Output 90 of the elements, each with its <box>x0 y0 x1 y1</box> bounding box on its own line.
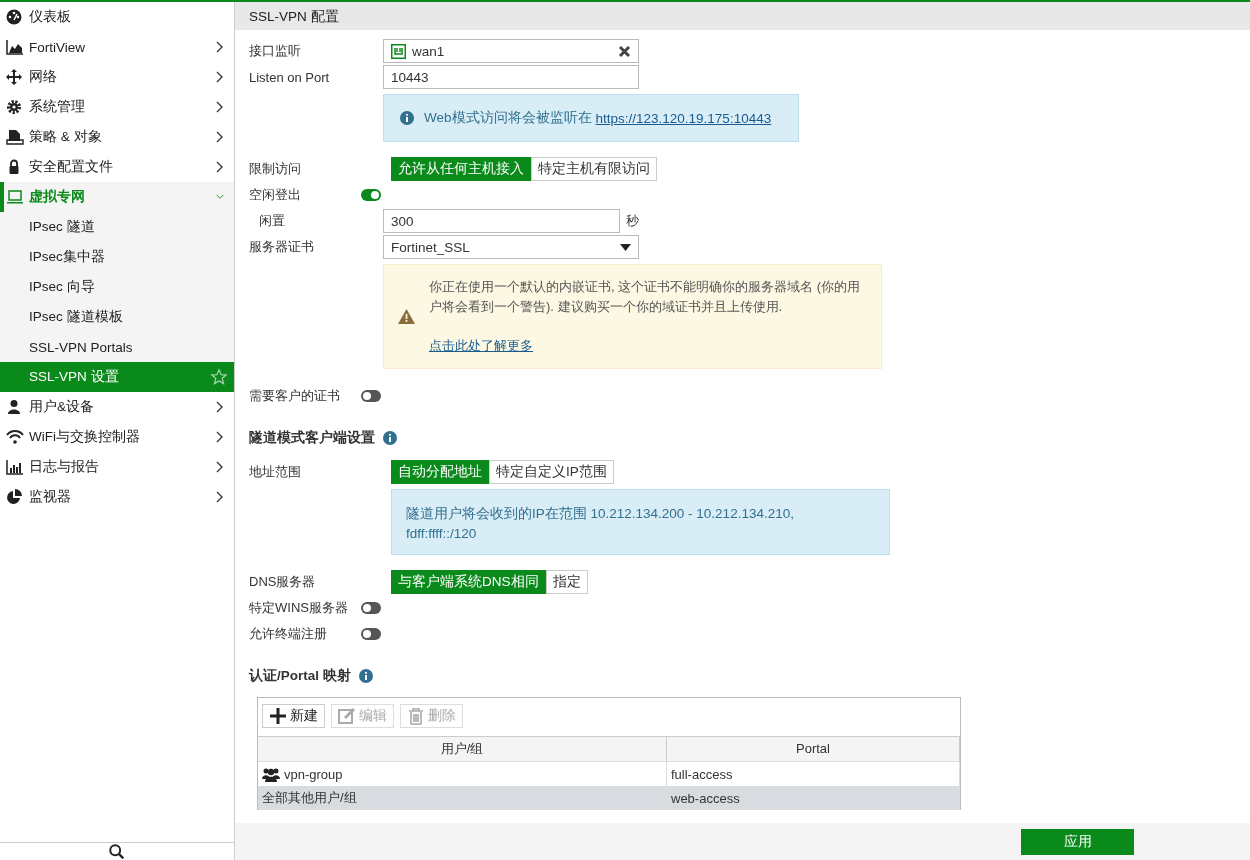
toggle-switch[interactable] <box>361 628 381 640</box>
sidebar-subitem[interactable]: IPsec 向导 <box>0 272 234 302</box>
chevron-right-icon <box>216 491 224 503</box>
sidebar-item[interactable]: 网络 <box>0 62 234 92</box>
sidebar-item[interactable]: 系统管理 <box>0 92 234 122</box>
caret-icon <box>620 243 631 251</box>
sidebar-subitem[interactable]: SSL-VPN 设置 <box>0 362 234 392</box>
interface-field[interactable]: wan1 <box>383 39 639 63</box>
field-label: 接口监听 <box>249 42 302 60</box>
cell-text: 全部其他用户/组 <box>262 789 357 807</box>
cell-text: web-access <box>671 790 740 806</box>
segment-button[interactable]: 指定 <box>545 570 588 594</box>
field-label: DNS服务器 <box>249 573 317 591</box>
apply-button[interactable]: 应用 <box>1021 828 1134 855</box>
sidebar-subitem[interactable]: IPsec 隧道模板 <box>0 302 234 332</box>
section-heading: 认证/Portal 映射 <box>249 667 351 685</box>
sidebar-subitem[interactable]: SSL-VPN Portals <box>0 332 234 362</box>
cell-text: full-access <box>671 766 733 782</box>
toggle-switch[interactable] <box>361 390 381 402</box>
pie-chart-icon <box>6 489 24 505</box>
dashboard-gauge-icon <box>6 9 24 25</box>
document-stack-icon <box>6 129 24 145</box>
chevron-right-icon <box>216 101 224 113</box>
link[interactable]: https://123.120.19.175:10443 <box>595 110 772 126</box>
sidebar-item[interactable]: 安全配置文件 <box>0 152 234 182</box>
segment-button[interactable]: 特定主机有限访问 <box>531 157 657 181</box>
pencil-square-icon <box>338 707 356 725</box>
toggle-switch[interactable] <box>361 189 381 201</box>
text-field[interactable]: 10443 <box>383 65 639 89</box>
warning-text: 你正在使用一个默认的内嵌证书, 这个证书不能明确你的服务器域名 (你的用户将会看到一个警告). 建议购买一个你的域证书并且上传使用. <box>429 278 862 316</box>
sidebar-item[interactable]: 虚拟专网 <box>0 182 234 212</box>
link[interactable]: 点击此处了解更多 <box>429 336 533 356</box>
toolbar-button[interactable]: 新建 <box>262 704 325 728</box>
warning-icon <box>398 309 415 324</box>
chevron-right-icon <box>216 71 224 83</box>
search-icon <box>108 842 126 860</box>
cell-text: vpn-group <box>284 766 343 782</box>
trash-icon <box>407 707 425 725</box>
info-text: Web模式访问将会被监听在 <box>424 109 592 127</box>
field-label: 地址范围 <box>249 463 302 481</box>
wifi-icon <box>6 429 24 445</box>
info-icon <box>400 111 414 125</box>
chevron-right-icon <box>216 461 224 473</box>
area-chart-icon <box>6 39 24 55</box>
user-group-icon <box>262 766 280 782</box>
section-heading: 隧道模式客户端设置 <box>249 429 375 447</box>
dropdown[interactable]: Fortinet_SSL <box>383 235 639 259</box>
sidebar-item[interactable]: 策略 & 对象 <box>0 122 234 152</box>
star-icon <box>210 368 228 386</box>
segment-button[interactable]: 自动分配地址 <box>391 460 489 484</box>
chevron-right-icon <box>216 131 224 143</box>
field-label: 空闲登出 <box>249 186 302 204</box>
bar-chart-icon <box>6 459 24 475</box>
chevron-right-icon <box>216 161 224 173</box>
chevron-right-icon <box>216 41 224 53</box>
column-header: Portal <box>667 737 960 762</box>
sidebar-subitem[interactable]: IPsec 隧道 <box>0 212 234 242</box>
field-label: 闲置 <box>258 212 286 230</box>
close-icon <box>618 44 631 58</box>
field-label: 允许终端注册 <box>249 625 328 643</box>
laptop-icon <box>6 189 24 205</box>
segment-button[interactable]: 特定自定义IP范围 <box>489 460 614 484</box>
sidebar-item[interactable]: WiFi与交换控制器 <box>0 422 234 452</box>
text-field[interactable]: 300 <box>383 209 620 233</box>
field-label: Listen on Port <box>249 69 331 85</box>
field-label: 限制访问 <box>249 160 302 178</box>
gear-icon <box>6 99 24 115</box>
move-arrows-icon <box>6 69 24 85</box>
sidebar-item[interactable]: 用户&设备 <box>0 392 234 422</box>
network-port-icon <box>391 43 406 59</box>
column-header: 用户/组 <box>258 737 667 762</box>
segment-button[interactable]: 与客户端系统DNS相同 <box>391 570 546 594</box>
field-label: 特定WINS服务器 <box>249 599 349 617</box>
sidebar-item[interactable]: FortiView <box>0 32 234 62</box>
info-message: 隧道用户将会收到的IP在范围 10.212.134.200 - 10.212.134.210, fdff:ffff::/120 <box>391 489 890 555</box>
toggle-switch[interactable] <box>361 602 381 614</box>
segment-button[interactable]: 允许从任何主机接入 <box>391 157 531 181</box>
field-label: 服务器证书 <box>249 238 315 256</box>
sidebar-item[interactable]: 仪表板 <box>0 2 234 32</box>
unit-label: 秒 <box>626 212 639 230</box>
chevron-right-icon <box>216 431 224 443</box>
info-icon <box>383 431 397 445</box>
plus-icon <box>269 707 287 725</box>
page-title: SSL-VPN 配置 <box>235 2 1250 30</box>
sidebar-item[interactable]: 日志与报告 <box>0 452 234 482</box>
field-label: 需要客户的证书 <box>249 387 341 405</box>
chevron-right-icon <box>216 401 224 413</box>
info-icon <box>358 669 373 683</box>
sidebar-item[interactable]: 监视器 <box>0 482 234 512</box>
sidebar-subitem[interactable]: IPsec集中器 <box>0 242 234 272</box>
